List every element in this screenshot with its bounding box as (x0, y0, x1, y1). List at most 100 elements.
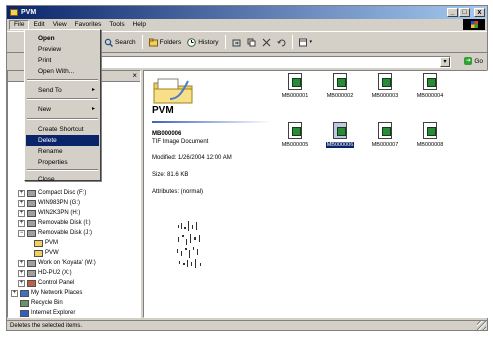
file-name-label: MB000004 (416, 93, 444, 99)
file-menu-item-new[interactable]: New ▸ (26, 104, 99, 115)
file-item-mb000008[interactable]: MB000008 (407, 122, 453, 148)
file-menu-item-close[interactable]: Close (26, 174, 99, 185)
file-attributes: Attributes: (normal) (152, 189, 204, 195)
tree-item-win983pn-g[interactable]: + WIN983PN (G:) (18, 198, 80, 208)
address-dropdown-button[interactable]: ▾ (440, 57, 450, 67)
file-menu-item-properties[interactable]: Properties (26, 157, 99, 168)
file-menu-item-label: New (38, 106, 52, 113)
folder-icon (34, 239, 43, 247)
tree-item-my-network-places[interactable]: + My Network Places (11, 288, 82, 298)
tree-item-label: PVW (45, 250, 59, 256)
close-button[interactable]: x (474, 8, 485, 17)
tree-expander-icon[interactable]: + (18, 279, 25, 287)
undo-icon (276, 38, 286, 47)
go-label: Go (474, 57, 483, 65)
file-item-mb000005[interactable]: MB000005 (272, 122, 318, 148)
search-icon (104, 38, 113, 47)
tif-image-icon (333, 73, 347, 90)
file-name-label: MB000005 (281, 142, 309, 148)
tree-item-label: Internet Explorer (31, 310, 76, 316)
tree-expander-icon[interactable]: + (18, 189, 25, 197)
tree-item-recycle-bin[interactable]: Recycle Bin (11, 298, 63, 308)
tree-expander-icon[interactable]: − (18, 229, 25, 237)
menu-view[interactable]: View (49, 20, 71, 30)
tree-expander-icon[interactable]: + (18, 269, 25, 277)
file-menu-item-label: Open (38, 35, 55, 42)
search-button[interactable]: Search (101, 34, 139, 50)
history-button[interactable]: History (184, 34, 221, 50)
tree-expander-icon[interactable]: + (18, 199, 25, 207)
tree-expander-icon[interactable]: + (18, 209, 25, 217)
caption-buttons: _ □ x (447, 8, 485, 17)
file-menu-item-label: Properties (38, 159, 68, 166)
maximize-button[interactable]: □ (459, 8, 470, 17)
title-bar[interactable]: PVM _ □ x (7, 6, 487, 19)
selected-file-name: MB000006 (152, 131, 182, 137)
menu-favorites[interactable]: Favorites (71, 20, 106, 30)
file-item-mb000006[interactable]: MB000006 (317, 122, 363, 148)
file-item-mb000004[interactable]: MB000004 (407, 73, 453, 99)
file-menu-item-print[interactable]: Print (26, 55, 99, 66)
file-menu-item-rename[interactable]: Rename (26, 146, 99, 157)
tree-item-label: Compact Disc (F:) (38, 190, 87, 196)
tree-item-pvm[interactable]: PVM (25, 238, 58, 248)
menu-edit[interactable]: Edit (29, 20, 48, 30)
drive-icon (27, 209, 36, 217)
tree-item-compact-disc-f[interactable]: + Compact Disc (F:) (18, 188, 86, 198)
tree-expander-icon[interactable]: + (18, 259, 25, 267)
move-to-button[interactable] (229, 34, 244, 50)
file-item-mb000002[interactable]: MB000002 (317, 73, 363, 99)
file-menu-item-label: Preview (38, 46, 62, 53)
folder-icon (34, 249, 43, 257)
menu-help[interactable]: Help (129, 20, 150, 30)
file-item-mb000007[interactable]: MB000007 (362, 122, 408, 148)
file-menu-item-open[interactable]: Open (26, 33, 99, 44)
file-menu-item-delete[interactable]: Delete (26, 135, 99, 146)
address-input[interactable]: ▾ (99, 56, 451, 68)
file-menu-item-create-shortcut[interactable]: Create Shortcut (26, 124, 99, 135)
copy-to-button[interactable] (244, 34, 259, 50)
tree-item-control-panel[interactable]: + Control Panel (18, 278, 74, 288)
folders-button[interactable]: Folders (146, 34, 185, 50)
file-item-mb000003[interactable]: MB000003 (362, 73, 408, 99)
copy-to-icon (247, 38, 256, 47)
file-menu-item-open-with[interactable]: Open With... (26, 66, 99, 77)
menu-file[interactable]: File (9, 19, 30, 30)
undo-button[interactable] (274, 34, 289, 50)
ie-icon (20, 309, 29, 317)
tree-expander-icon[interactable]: + (11, 289, 18, 297)
go-button[interactable]: ➜ Go (464, 57, 483, 65)
tree-item-work-on-koyata-w[interactable]: + Work on 'Koyata' (W:) (18, 258, 96, 268)
file-menu-item-preview[interactable]: Preview (26, 44, 99, 55)
drive-icon (27, 269, 36, 277)
delete-toolbar-button[interactable] (259, 34, 274, 50)
menu-separator (27, 79, 98, 81)
close-pane-button[interactable]: × (132, 71, 137, 81)
windows-logo-icon (463, 19, 485, 30)
menu-tools[interactable]: Tools (105, 20, 128, 30)
tree-item-label: PVM (45, 240, 59, 246)
file-menu-item-send-to[interactable]: Send To ▸ (26, 85, 99, 96)
file-menu-item-label: Create Shortcut (38, 126, 84, 133)
tree-item-hd-pu2-x[interactable]: + HD-PU2 (X:) (18, 268, 72, 278)
views-button[interactable]: ▾ (296, 34, 316, 50)
file-item-mb000001[interactable]: MB000001 (272, 73, 318, 99)
file-name-label: MB000007 (371, 142, 399, 148)
modified-date: Modified: 1/26/2004 12:00 AM (152, 155, 232, 161)
folder-icon (10, 9, 18, 16)
explorer-window: PVM _ □ x File Edit View Favorites Tools… (6, 5, 488, 331)
tree-item-win2k3pn-h[interactable]: + WIN2K3PN (H:) (18, 208, 80, 218)
tree-item-label: Control Panel (38, 280, 75, 286)
tree-item-internet-explorer[interactable]: Internet Explorer (11, 308, 75, 318)
tree-item-removable-disk-j[interactable]: − Removable Disk (J:) (18, 228, 92, 238)
file-menu-item-label: Delete (38, 137, 57, 144)
file-name-label: MB000008 (416, 142, 444, 148)
minimize-button[interactable]: _ (447, 8, 458, 17)
tree-item-pvw[interactable]: PVW (25, 248, 59, 258)
resize-grip-icon[interactable] (477, 321, 486, 330)
folders-icon (148, 38, 158, 47)
content-pane: PVM MB000006 TIF Image Document Modified… (143, 70, 488, 318)
tree-item-removable-disk-i[interactable]: + Removable Disk (I:) (18, 218, 91, 228)
bin-icon (20, 299, 29, 307)
tree-expander-icon[interactable]: + (18, 219, 25, 227)
